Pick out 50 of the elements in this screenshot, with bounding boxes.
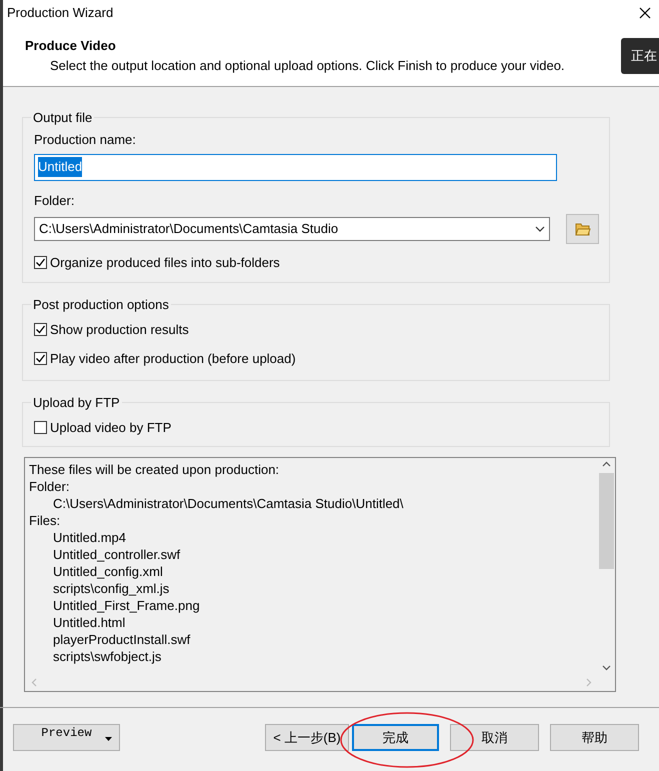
field-label: Folder: xyxy=(34,192,76,210)
window-title: Production Wizard xyxy=(7,4,114,22)
list-line: scripts\config_xml.js xyxy=(52,580,170,597)
chevron-down-icon xyxy=(602,665,611,671)
name-field[interactable]: Untitled xyxy=(34,154,557,180)
checkbox[interactable] xyxy=(34,420,47,434)
group-label: Post production options xyxy=(32,298,170,310)
list-line: Untitled.mp4 xyxy=(52,529,126,546)
folder-path: C:\Users\Administrator\Documents\Camtasia Studio xyxy=(39,220,338,238)
list-line: C:\Users\Administrator\Documents\Camtasia Studio\Untitled\ xyxy=(52,495,404,512)
scroll-thumb[interactable] xyxy=(599,473,614,569)
check-icon xyxy=(35,324,46,335)
preview-dropdown[interactable]: Preview xyxy=(13,724,120,751)
check-icon xyxy=(35,353,46,364)
list-line: playerProductInstall.swf xyxy=(52,631,190,648)
group-label: Upload by FTP xyxy=(32,396,121,408)
caret-icon xyxy=(105,737,112,741)
group-label: Output file xyxy=(32,111,94,124)
chevron-left-icon xyxy=(31,678,37,687)
close-icon xyxy=(639,7,651,19)
selected-text: Untitled xyxy=(38,157,82,177)
dialog-button[interactable]: 帮助 xyxy=(550,724,639,751)
list-line: Untitled_controller.swf xyxy=(52,546,180,563)
checkbox[interactable] xyxy=(34,322,47,336)
checkbox[interactable] xyxy=(34,352,47,366)
chevron-right-icon xyxy=(586,678,592,687)
dialog-button[interactable]: 完成 xyxy=(352,724,439,751)
list-line: Untitled_First_Frame.png xyxy=(52,597,200,614)
checkbox-label[interactable]: Show production results xyxy=(50,320,189,339)
folder-icon xyxy=(574,222,591,236)
folder-dropdown[interactable]: C:\Users\Administrator\Documents\Camtasia Studio xyxy=(34,217,550,241)
list-line: These files will be created upon production: xyxy=(29,461,280,478)
list-line: Folder: xyxy=(29,478,70,495)
checkbox-label[interactable]: Organize produced files into sub-folders xyxy=(50,253,280,272)
dialog-button[interactable]: 取消 xyxy=(450,724,539,751)
chevron-up-icon xyxy=(602,461,611,467)
field-label: Production name: xyxy=(34,131,137,149)
list-line: Untitled_config.xml xyxy=(52,563,163,580)
browse-button[interactable] xyxy=(566,214,599,244)
checkbox-label[interactable]: Upload video by FTP xyxy=(50,418,172,437)
checkbox[interactable] xyxy=(34,256,47,270)
dialog-button[interactable]: < 上一步(B) xyxy=(265,724,349,751)
chevron-down-icon xyxy=(535,226,546,232)
list-line: Files: xyxy=(29,512,60,529)
checkbox-label[interactable]: Play video after production (before upload) xyxy=(50,349,296,368)
close-button[interactable] xyxy=(639,7,651,19)
tooltip: 正在 xyxy=(621,38,659,74)
list-line: scripts\swfobject.js xyxy=(52,648,162,665)
check-icon xyxy=(35,257,46,268)
list-line: Untitled.html xyxy=(52,614,126,631)
